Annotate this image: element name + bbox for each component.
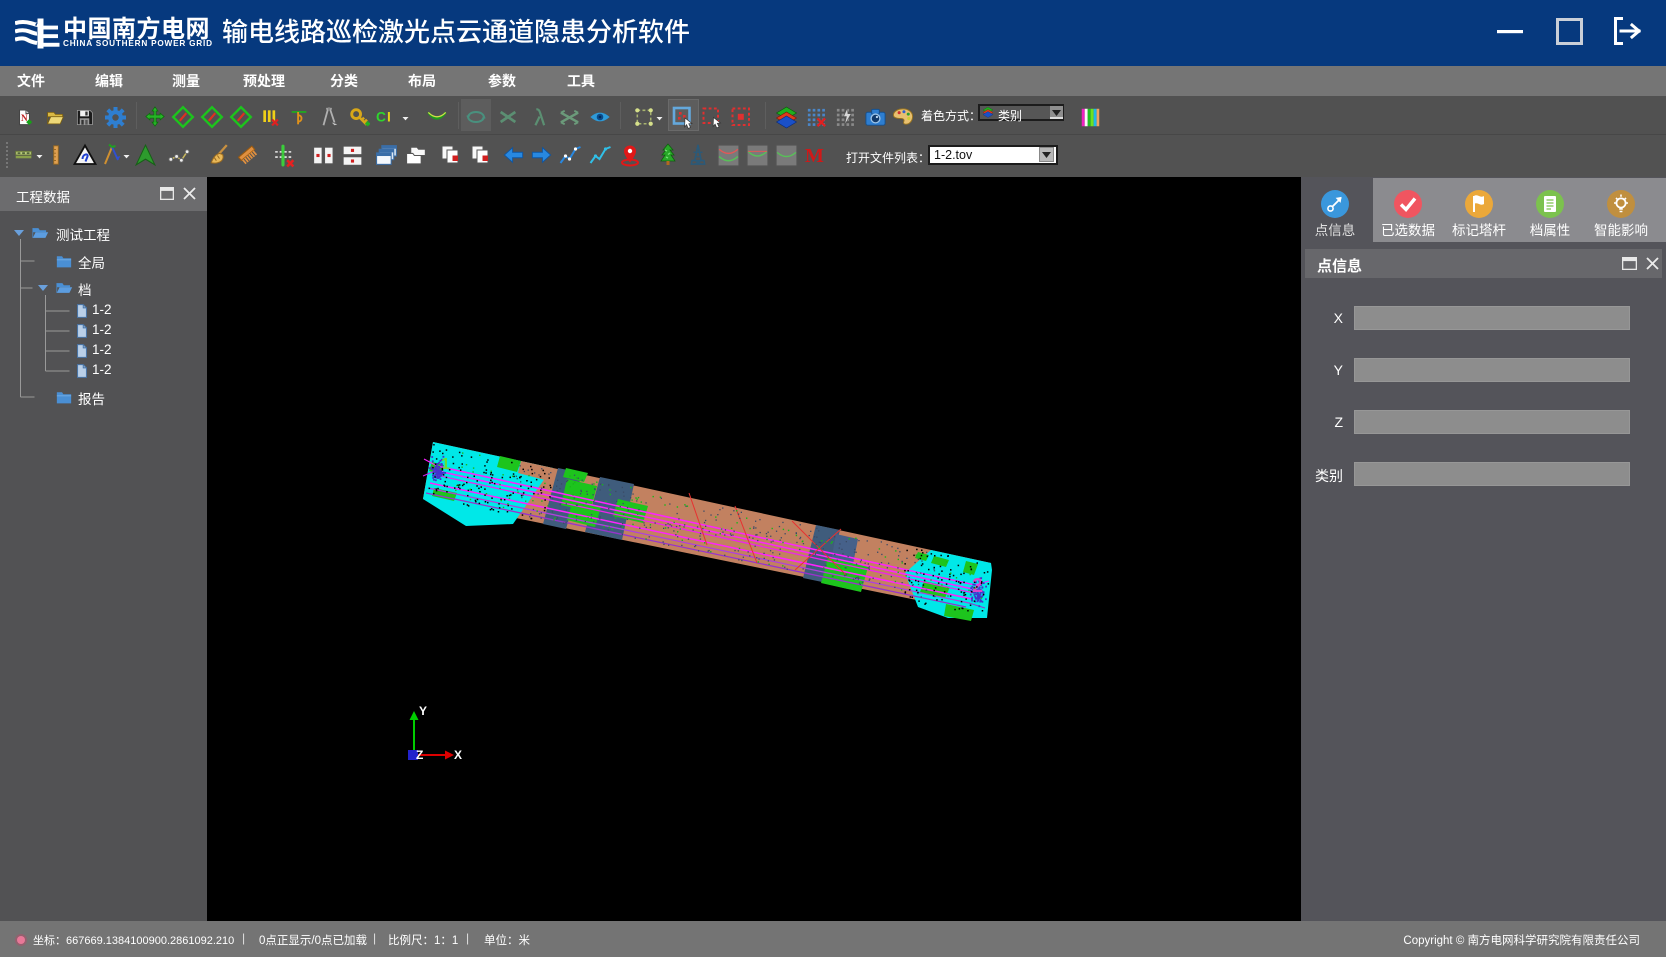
svg-text:X: X — [454, 748, 462, 762]
svg-text:M: M — [805, 145, 824, 167]
svg-text:Y: Y — [419, 704, 427, 718]
svg-text:2: 2 — [972, 575, 983, 597]
svg-text:C: C — [376, 110, 386, 125]
svg-text:Z: Z — [416, 748, 423, 762]
svg-text:I: I — [387, 110, 391, 125]
